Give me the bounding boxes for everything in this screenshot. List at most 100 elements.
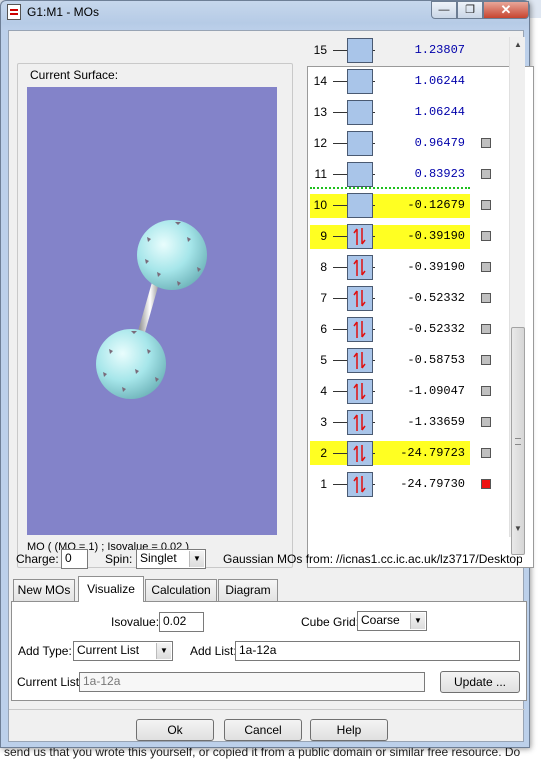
scroll-up-arrow-icon[interactable]: ▲: [510, 37, 526, 53]
molecule-render: [96, 220, 207, 399]
add-list-label: Add List:: [190, 644, 237, 658]
add-type-value: Current List: [77, 643, 140, 657]
mo-row[interactable]: 6 -0.52332: [299, 314, 509, 345]
mo-row[interactable]: 10 -0.12679: [299, 190, 509, 221]
surface-toggle-marker[interactable]: [481, 231, 491, 241]
isovalue-input[interactable]: 0.02: [159, 612, 204, 632]
mo-energy: -24.79723: [400, 446, 465, 460]
close-button[interactable]: ✕: [483, 1, 529, 19]
tab-visualize[interactable]: Visualize: [78, 576, 144, 602]
chevron-down-icon[interactable]: ▼: [189, 551, 204, 567]
app-icon: [7, 4, 21, 20]
surface-toggle-marker[interactable]: [481, 355, 491, 365]
cube-grid-select[interactable]: Coarse ▼: [357, 611, 427, 631]
atom-bottom[interactable]: [96, 329, 166, 399]
add-type-select[interactable]: Current List ▼: [73, 641, 173, 661]
mo-row[interactable]: 1 -24.79730: [299, 469, 509, 500]
mo-row[interactable]: 3 -1.33659: [299, 407, 509, 438]
mo-number: 13: [313, 105, 327, 119]
electron-pair-icon: [353, 321, 366, 338]
mo-number: 8: [320, 260, 327, 274]
mo-energy: -0.58753: [407, 353, 465, 367]
spin-label: Spin:: [105, 552, 133, 566]
current-surface-label: Current Surface:: [28, 68, 121, 82]
mo-row[interactable]: 12 0.96479: [299, 128, 509, 159]
mo-row[interactable]: 9 -0.39190: [299, 221, 509, 252]
mo-row[interactable]: 15 1.23807: [299, 35, 509, 66]
current-list-input[interactable]: 1a-12a: [79, 672, 425, 692]
mo-energy: 1.06244: [414, 105, 465, 119]
tab-calculation[interactable]: Calculation: [145, 579, 217, 601]
charge-input[interactable]: 0: [61, 549, 88, 569]
mo-energy: -0.52332: [407, 291, 465, 305]
orbital-box[interactable]: [347, 162, 373, 187]
scroll-down-arrow-icon[interactable]: ▼: [510, 521, 526, 537]
mo-row[interactable]: 11 0.83923: [299, 159, 509, 190]
button-row-divider: [9, 709, 525, 710]
mo-number: 1: [320, 477, 327, 491]
add-list-input[interactable]: 1a-12a: [235, 641, 520, 661]
mo-energy: -1.09047: [407, 384, 465, 398]
orbital-box[interactable]: [347, 69, 373, 94]
update-button[interactable]: Update ...: [440, 671, 520, 693]
mo-energy: 1.06244: [414, 74, 465, 88]
mo-row[interactable]: 14 1.06244: [299, 66, 509, 97]
window-title: G1:M1 - MOs: [27, 5, 100, 19]
tab-new-mos[interactable]: New MOs: [13, 579, 75, 601]
mo-number: 5: [320, 353, 327, 367]
ok-button[interactable]: Ok: [136, 719, 214, 741]
mo-number: 10: [313, 198, 327, 212]
mo-list-scrollbar[interactable]: ▲ ▼: [509, 37, 526, 555]
electron-pair-icon: [353, 383, 366, 400]
mo-row[interactable]: 8 -0.39190: [299, 252, 509, 283]
surface-toggle-marker[interactable]: [481, 262, 491, 272]
current-list-label: Current List:: [17, 675, 83, 689]
mo-row[interactable]: 2 -24.79723: [299, 438, 509, 469]
mo-number: 12: [313, 136, 327, 150]
cancel-button[interactable]: Cancel: [224, 719, 302, 741]
spin-select[interactable]: Singlet ▼: [136, 549, 206, 569]
orbital-box[interactable]: [347, 100, 373, 125]
atom-top[interactable]: [137, 220, 207, 290]
mo-row[interactable]: 4 -1.09047: [299, 376, 509, 407]
mo-energy: -0.12679: [407, 198, 465, 212]
surface-toggle-marker[interactable]: [481, 293, 491, 303]
maximize-button[interactable]: ❐: [457, 1, 483, 19]
tab-diagram[interactable]: Diagram: [218, 579, 278, 601]
chevron-down-icon[interactable]: ▼: [410, 613, 425, 629]
mo-energy: -0.39190: [407, 260, 465, 274]
surface-toggle-marker[interactable]: [481, 324, 491, 334]
source-path: //icnas1.cc.ic.ac.uk/lz3717/Desktop: [336, 552, 522, 566]
mo-number: 9: [320, 229, 327, 243]
molecule-viewport[interactable]: [27, 87, 277, 535]
minimize-button[interactable]: —: [431, 1, 457, 19]
mo-row[interactable]: 5 -0.58753: [299, 345, 509, 376]
charge-label: Charge:: [16, 552, 59, 566]
electron-pair-icon: [353, 414, 366, 431]
surface-toggle-marker[interactable]: [481, 386, 491, 396]
orbital-box[interactable]: [347, 38, 373, 63]
surface-toggle-marker[interactable]: [481, 417, 491, 427]
surface-shown-marker[interactable]: [481, 479, 491, 489]
cube-grid-value: Coarse: [361, 613, 400, 627]
orbital-box[interactable]: [347, 131, 373, 156]
surface-toggle-marker[interactable]: [481, 169, 491, 179]
mo-energy: -1.33659: [407, 415, 465, 429]
surface-toggle-marker[interactable]: [481, 200, 491, 210]
mo-energy: 0.83923: [414, 167, 465, 181]
electron-pair-icon: [353, 476, 366, 493]
chevron-down-icon[interactable]: ▼: [156, 643, 171, 659]
spin-value: Singlet: [140, 551, 177, 565]
mo-row[interactable]: 7 -0.52332: [299, 283, 509, 314]
mo-row[interactable]: 13 1.06244: [299, 97, 509, 128]
mo-number: 11: [314, 167, 327, 181]
electron-pair-icon: [353, 290, 366, 307]
help-button[interactable]: Help: [310, 719, 388, 741]
isovalue-label: Isovalue:: [111, 615, 160, 629]
surface-toggle-marker[interactable]: [481, 448, 491, 458]
orbital-box[interactable]: [347, 193, 373, 218]
scroll-grip-icon: [515, 438, 521, 445]
mo-energy: -24.79730: [400, 477, 465, 491]
surface-toggle-marker[interactable]: [481, 138, 491, 148]
title-bar[interactable]: G1:M1 - MOs — ❐ ✕: [1, 1, 529, 23]
